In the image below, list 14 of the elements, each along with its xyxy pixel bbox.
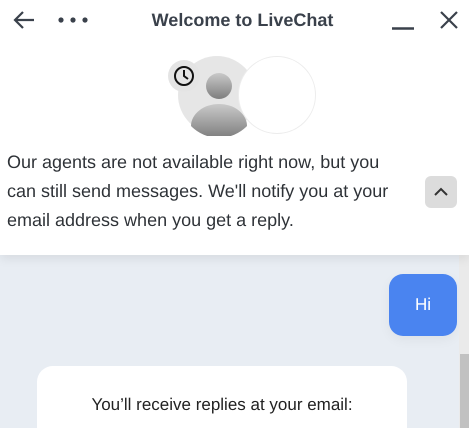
notice-text: Our agents are not available right now, but you can still send messages. We'll notify you at your email address when you get a reply. — [7, 151, 390, 232]
message-bubble: Hi — [389, 274, 457, 336]
collapse-button[interactable] — [425, 176, 457, 208]
chevron-icon — [434, 187, 448, 196]
close-button[interactable] — [439, 10, 459, 30]
more-icon — [58, 17, 88, 23]
system-message: You’ll receive replies at your email: — [37, 366, 407, 428]
more-button[interactable] — [58, 17, 88, 23]
window-title: Welcome to LiveChat — [150, 10, 334, 30]
close-icon — [439, 10, 459, 30]
back-button[interactable] — [12, 10, 36, 30]
minimize-icon — [391, 26, 415, 30]
scrollbar-thumb[interactable] — [460, 354, 469, 428]
back-arrow-icon — [12, 10, 36, 30]
